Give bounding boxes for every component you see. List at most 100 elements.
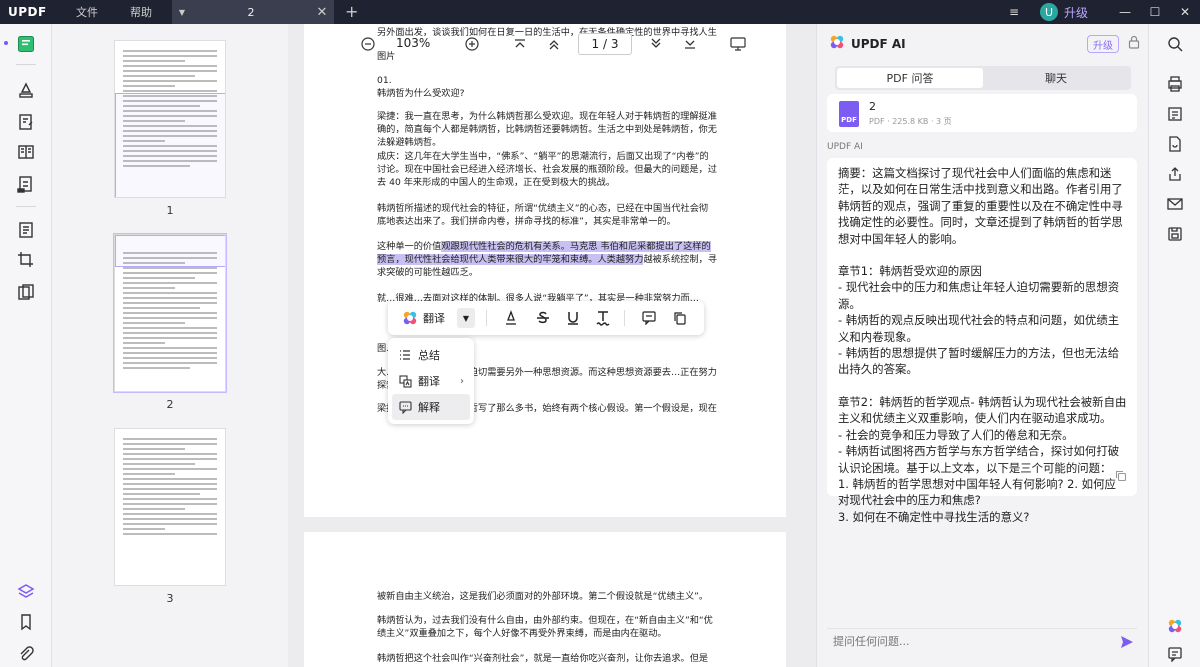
tab-pdf-qa[interactable]: PDF 问答 xyxy=(837,68,983,88)
pdf-page-2: 另外面出发，谈谈我们如何在日复一日的生活中，在无条件确定性的世界中寻找人生意思。… xyxy=(304,24,786,517)
compress-icon[interactable] xyxy=(14,280,38,304)
form-icon[interactable] xyxy=(14,172,38,196)
explain-icon xyxy=(392,400,418,414)
last-page-icon[interactable] xyxy=(680,34,700,54)
page-thumbnail-2[interactable] xyxy=(113,233,227,393)
translate-button[interactable]: 翻译 xyxy=(402,308,445,328)
highlight-icon[interactable] xyxy=(502,308,520,328)
save-icon[interactable] xyxy=(1163,222,1187,246)
right-tool-rail xyxy=(1148,24,1200,667)
more-menu-icon[interactable]: ≡ xyxy=(1002,5,1026,19)
menu-file[interactable]: 文件 xyxy=(60,4,114,20)
lock-icon[interactable] xyxy=(1128,35,1140,52)
previous-page-icon[interactable] xyxy=(544,34,564,54)
ai-action-menu: 总结 翻译 › 解释 xyxy=(388,338,474,424)
ai-panel-title: UPDF AI xyxy=(851,36,906,51)
attachment-icon[interactable] xyxy=(14,642,38,666)
menu-help[interactable]: 帮助 xyxy=(114,4,168,20)
ai-upgrade-button[interactable]: 升级 xyxy=(1087,35,1119,53)
reader-icon[interactable] xyxy=(14,32,38,56)
translate-icon xyxy=(392,374,418,388)
first-page-icon[interactable] xyxy=(510,34,530,54)
doc-paragraph: 梁捷：我一直在思考，为什么韩炳哲那么受欢迎。现在年轻人对于韩炳哲的理解挺准确的，… xyxy=(377,111,717,148)
page-number-input[interactable]: 1 / 3 xyxy=(578,33,632,55)
ai-answer-bubble: 摘要：这篇文档探讨了现代社会中人们面临的焦虑和迷茫，以及如何在日常生活中找到意义… xyxy=(827,158,1137,524)
zoom-in-icon[interactable] xyxy=(462,34,482,54)
share-icon[interactable] xyxy=(1163,162,1187,186)
file-meta: PDF · 225.8 KB · 3 页 xyxy=(869,117,952,126)
chevron-right-icon: › xyxy=(460,375,464,387)
doc-paragraph: 韩炳哲把这个社会叫作“兴奋剂社会”，就是一直给你吃兴奋剂，让你去追求。但是现在年… xyxy=(377,653,709,664)
document-toolbar: 103% 1 / 3 xyxy=(288,24,816,64)
zoom-level[interactable]: 103% xyxy=(396,36,430,50)
viewport-indicator xyxy=(115,93,225,197)
search-icon[interactable] xyxy=(1163,32,1187,56)
page-thumbnail-3[interactable] xyxy=(114,428,226,586)
page-number-label: 3 xyxy=(166,592,174,605)
upgrade-button[interactable]: 升级 xyxy=(1064,4,1088,21)
ask-input[interactable] xyxy=(827,635,1117,648)
doc-paragraph: 被新自由主义统治，这是我们必须面对的外部环境。第二个假设就是“优绩主义”。 xyxy=(377,591,709,602)
page-number-label: 1 xyxy=(166,204,174,217)
ai-assistant-icon[interactable] xyxy=(1163,614,1187,638)
ask-input-bar xyxy=(827,628,1137,654)
app-logo: UPDF xyxy=(8,5,47,19)
answer-line: - 韩炳哲的观点反映出现代社会的特点和问题，如优绩主义和内卷现象。 xyxy=(838,313,1120,344)
menu-item-label: 总结 xyxy=(418,349,440,362)
doc-paragraph: 成庆：这几年在大学生当中，“佛系”、“躺平”的思潮流行，后面又出现了“内卷”的讨… xyxy=(377,151,717,188)
strikethrough-icon[interactable] xyxy=(534,308,552,328)
ocr-icon[interactable] xyxy=(14,218,38,242)
doc-paragraph: 韩炳哲认为，过去我们没有什么自由，由外部约束。但现在，在“新自由主义”和“优绩主… xyxy=(377,615,713,639)
bookmark-icon[interactable] xyxy=(14,610,38,634)
next-page-icon[interactable] xyxy=(646,34,666,54)
answer-line: 章节1：韩炳哲受欢迎的原因 xyxy=(838,264,982,279)
answer-line: 3. 如何在不确定性中寻找生活的意义? xyxy=(838,509,1030,524)
maximize-icon[interactable]: ☐ xyxy=(1140,5,1170,19)
translate-label: 翻译 xyxy=(423,312,445,325)
tab-chat[interactable]: 聊天 xyxy=(983,68,1129,88)
underline-icon[interactable] xyxy=(564,308,582,328)
menu-item-summarize[interactable]: 总结 xyxy=(392,342,470,368)
ocr-convert-icon[interactable] xyxy=(1163,102,1187,126)
send-icon[interactable] xyxy=(1117,635,1137,649)
answer-line: 1. 韩炳哲的哲学思想对中国年轻人有何影响? 2. 如何应对现代社会中的压力和焦… xyxy=(838,476,1116,508)
convert-icon[interactable] xyxy=(1163,132,1187,156)
left-tool-rail xyxy=(0,24,52,667)
new-tab-icon[interactable]: + xyxy=(345,2,358,21)
file-name: 2 xyxy=(869,100,876,113)
doc-paragraph-selected[interactable]: 这种单一的价值观跟现代性社会的危机有关系。马克思 韦伯和尼采都提出了这样的预言，… xyxy=(377,240,717,279)
layers-icon[interactable] xyxy=(14,580,38,604)
selection-toolbar: 翻译 ▼ xyxy=(388,301,704,335)
email-icon[interactable] xyxy=(1163,192,1187,216)
comment-icon[interactable] xyxy=(640,308,658,328)
comment-highlight-icon[interactable] xyxy=(14,78,38,102)
print-icon[interactable] xyxy=(1163,72,1187,96)
presentation-icon[interactable] xyxy=(728,34,748,54)
close-tab-icon[interactable]: ✕ xyxy=(310,5,334,20)
text-selection[interactable]: 观跟现代性社会的危机有关系。马克思 韦伯和尼采都提出了这样的预言，现代性社会给现… xyxy=(377,241,711,265)
page-number-label: 2 xyxy=(166,398,174,411)
file-card[interactable]: PDF 2 PDF · 225.8 KB · 3 页 xyxy=(827,94,1137,132)
minimize-icon[interactable]: — xyxy=(1110,5,1140,19)
menu-item-explain[interactable]: 解释 xyxy=(392,394,470,420)
avatar[interactable]: U xyxy=(1039,3,1058,21)
feedback-icon[interactable] xyxy=(1163,642,1187,666)
menu-item-translate[interactable]: 翻译 › xyxy=(392,368,470,394)
copy-answer-icon[interactable] xyxy=(1115,470,1127,486)
page-thumbnail-1[interactable] xyxy=(114,40,226,198)
pdf-file-icon: PDF xyxy=(839,101,859,127)
document-tab[interactable]: ▼ 2 ✕ xyxy=(172,0,334,24)
close-window-icon[interactable]: ✕ xyxy=(1170,5,1200,19)
document-tab-label: 2 xyxy=(247,5,255,19)
crop-page-icon[interactable] xyxy=(14,248,38,272)
ai-dropdown-toggle[interactable]: ▼ xyxy=(457,308,475,328)
edit-pdf-icon[interactable] xyxy=(14,110,38,134)
zoom-out-icon[interactable] xyxy=(358,34,378,54)
thumbnail-panel: 1 2 3 xyxy=(52,24,288,667)
squiggly-underline-icon[interactable] xyxy=(594,308,612,328)
pdf-page-3: 被新自由主义统治，这是我们必须面对的外部环境。第二个假设就是“优绩主义”。 韩炳… xyxy=(304,532,786,667)
titlebar-controls: ≡ U 升级 — ☐ ✕ xyxy=(1002,0,1200,24)
organize-pages-icon[interactable] xyxy=(14,140,38,164)
tab-dropdown-icon[interactable]: ▼ xyxy=(172,8,192,17)
copy-icon[interactable] xyxy=(671,308,689,328)
